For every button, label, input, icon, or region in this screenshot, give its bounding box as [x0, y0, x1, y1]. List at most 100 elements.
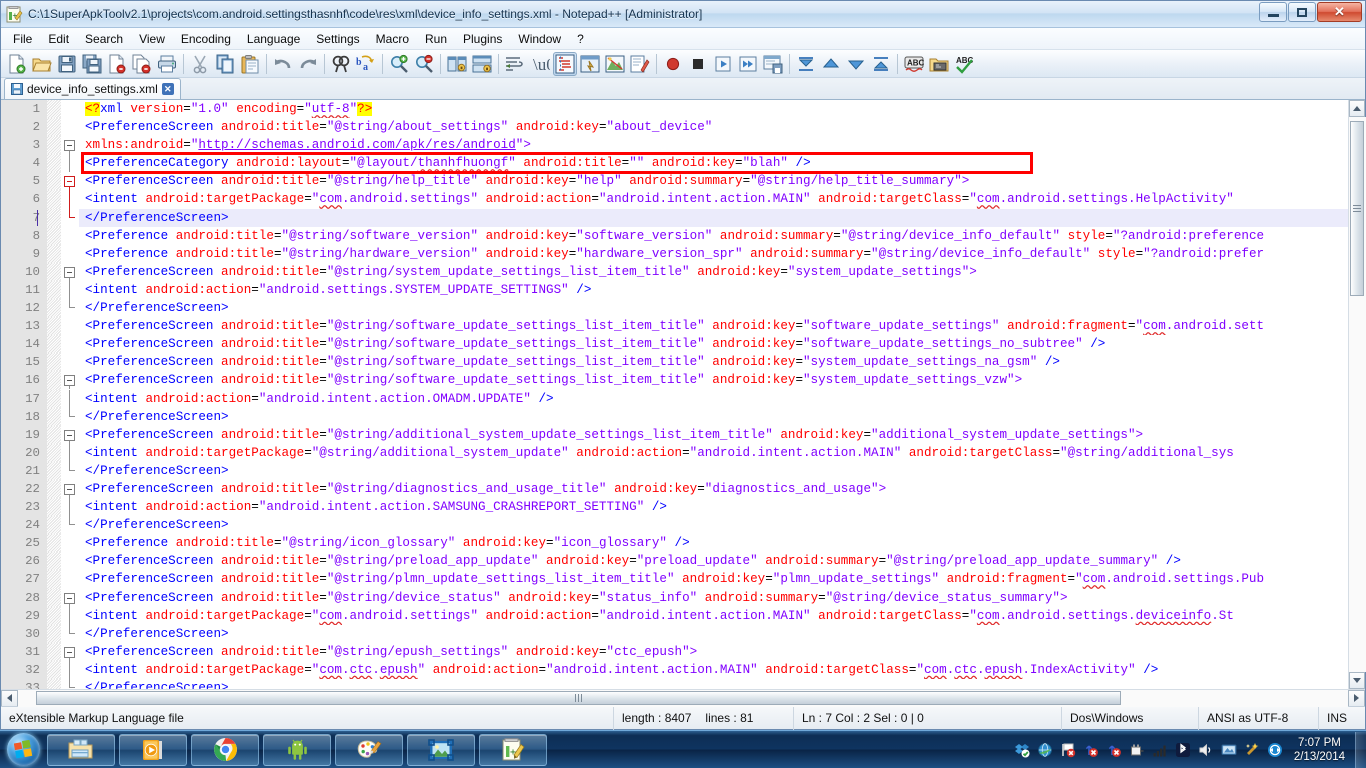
toolbar[interactable]: ba \u00b6 ABC ABC	[1, 50, 1365, 78]
menu-item-run[interactable]: Run	[417, 29, 455, 49]
toolbar-collapse-all-button[interactable]	[794, 52, 818, 76]
bookmark-margin[interactable]	[47, 516, 61, 535]
tab-bar[interactable]: device_info_settings.xml ✕	[1, 78, 1365, 100]
tray-flag-error-icon[interactable]	[1060, 741, 1077, 758]
scroll-right-button[interactable]	[1348, 689, 1365, 707]
code-line-18[interactable]: 18 </PreferenceScreen>	[1, 407, 1348, 426]
code-text[interactable]: <PreferenceScreen android:title="@string…	[79, 642, 1348, 661]
toolbar-collapse-level-button[interactable]	[819, 52, 843, 76]
toolbar-copy-button[interactable]	[213, 52, 237, 76]
fold-margin[interactable]	[61, 534, 79, 553]
code-text[interactable]: <PreferenceScreen android:title="@string…	[79, 588, 1348, 607]
code-line-24[interactable]: 24 </PreferenceScreen>	[1, 516, 1348, 535]
tray-monitor-icon[interactable]	[1221, 741, 1238, 758]
bookmark-margin[interactable]	[47, 353, 61, 372]
menu-item-plugins[interactable]: Plugins	[455, 29, 510, 49]
code-line-29[interactable]: 29 <intent android:targetPackage="com.an…	[1, 606, 1348, 625]
toolbar-indent-guide-button[interactable]	[553, 51, 577, 76]
code-text[interactable]: </PreferenceScreen>	[79, 679, 1348, 689]
maximize-button[interactable]	[1288, 2, 1316, 22]
code-text[interactable]: <PreferenceScreen android:title="@string…	[79, 317, 1348, 336]
code-text[interactable]: </PreferenceScreen>	[79, 624, 1348, 643]
code-text[interactable]: <Preference android:title="@string/hardw…	[79, 244, 1348, 263]
code-text[interactable]: <PreferenceScreen android:title="@string…	[79, 262, 1348, 281]
tray-bluetooth-icon[interactable]	[1175, 741, 1192, 758]
tab-device-info-settings-xml[interactable]: device_info_settings.xml ✕	[4, 78, 181, 99]
toolbar-cut-button[interactable]	[188, 52, 212, 76]
bookmark-margin[interactable]	[47, 588, 61, 607]
toolbar-show-all-chars-button[interactable]: \u00b6	[528, 52, 552, 76]
fold-margin[interactable]	[61, 100, 79, 119]
toolbar-close-file-button[interactable]	[105, 52, 129, 76]
taskbar-explorer[interactable]	[47, 733, 115, 766]
fold-collapse-icon[interactable]	[64, 140, 75, 152]
fold-margin[interactable]	[61, 208, 79, 227]
code-line-14[interactable]: 14 <PreferenceScreen android:title="@str…	[1, 335, 1348, 354]
fold-collapse-icon[interactable]	[64, 592, 75, 604]
fold-collapse-icon[interactable]	[64, 483, 75, 495]
fold-margin[interactable]	[61, 280, 79, 300]
taskbar-notepad-plus-plus[interactable]: ++	[479, 733, 547, 766]
toolbar-replace-button[interactable]: ba	[354, 52, 378, 76]
close-button[interactable]: ✕	[1317, 2, 1362, 22]
toolbar-expand-level-button[interactable]	[844, 52, 868, 76]
horizontal-scroll-thumb[interactable]	[36, 690, 1121, 705]
horizontal-scrollbar[interactable]	[1, 689, 1365, 707]
menu-item-edit[interactable]: Edit	[40, 29, 77, 49]
fold-margin[interactable]	[61, 606, 79, 625]
bookmark-margin[interactable]	[47, 389, 61, 408]
code-text[interactable]: </PreferenceScreen>	[37, 208, 1348, 227]
code-line-11[interactable]: 11 <intent android:action="android.setti…	[1, 280, 1348, 300]
toolbar-user-define-dialog-button[interactable]	[578, 52, 602, 76]
fold-margin[interactable]	[61, 136, 79, 155]
bookmark-margin[interactable]	[47, 190, 61, 209]
toolbar-word-wrap-button[interactable]	[503, 52, 527, 76]
bookmark-margin[interactable]	[47, 407, 61, 426]
fold-margin[interactable]	[61, 353, 79, 372]
tray-volume-icon[interactable]	[1198, 741, 1215, 758]
bookmark-margin[interactable]	[47, 208, 61, 227]
code-line-19[interactable]: 19 <PreferenceScreen android:title="@str…	[1, 425, 1348, 444]
bookmark-margin[interactable]	[47, 335, 61, 354]
fold-margin[interactable]	[61, 498, 79, 517]
vertical-scroll-thumb[interactable]	[1349, 121, 1364, 296]
minimize-button[interactable]	[1259, 2, 1287, 22]
code-text[interactable]: <PreferenceScreen android:title="@string…	[79, 371, 1348, 390]
toolbar-spell-check-button[interactable]: ABC	[902, 52, 926, 76]
code-line-5[interactable]: 5 <PreferenceScreen android:title="@stri…	[1, 172, 1348, 191]
toolbar-run-multi-macro-button[interactable]	[736, 52, 760, 76]
vertical-scroll-track[interactable]	[1348, 117, 1366, 672]
menu-item-[interactable]: ?	[569, 29, 592, 49]
toolbar-save-all-button[interactable]	[80, 52, 104, 76]
fold-margin[interactable]	[61, 552, 79, 571]
code-text[interactable]: xmlns:android="http://schemas.android.co…	[79, 136, 1348, 155]
toolbar-doc-map-button[interactable]	[603, 52, 627, 76]
bookmark-margin[interactable]	[47, 317, 61, 336]
fold-margin[interactable]	[61, 371, 79, 390]
scroll-down-button[interactable]	[1349, 672, 1365, 689]
fold-margin[interactable]	[61, 389, 79, 408]
tab-close-icon[interactable]: ✕	[161, 83, 174, 95]
code-line-12[interactable]: 12 </PreferenceScreen>	[1, 299, 1348, 318]
toolbar-paste-button[interactable]	[238, 52, 262, 76]
toolbar-expand-all-button[interactable]	[869, 52, 893, 76]
code-editor[interactable]: 1 <?xml version="1.0" encoding="utf-8"?> 2…	[1, 100, 1348, 689]
bookmark-margin[interactable]	[47, 660, 61, 679]
toolbar-print-button[interactable]	[155, 52, 179, 76]
fold-margin[interactable]	[61, 516, 79, 535]
code-text[interactable]: </PreferenceScreen>	[79, 461, 1348, 480]
code-line-32[interactable]: 32 <intent android:targetPackage="com.ct…	[1, 660, 1348, 679]
toolbar-sync-vertical-button[interactable]	[445, 52, 469, 76]
fold-margin[interactable]	[61, 443, 79, 462]
code-line-13[interactable]: 13 <PreferenceScreen android:title="@str…	[1, 317, 1348, 336]
code-text[interactable]: <intent android:targetPackage="com.andro…	[79, 190, 1348, 209]
fold-collapse-icon[interactable]	[64, 375, 75, 387]
code-line-31[interactable]: 31 <PreferenceScreen android:title="@str…	[1, 642, 1348, 661]
menu-bar[interactable]: File Edit Search View Encoding Language Settin…	[1, 28, 1365, 50]
vertical-scrollbar[interactable]	[1348, 100, 1366, 689]
code-text[interactable]: <intent android:action="android.intent.a…	[79, 498, 1348, 517]
bookmark-margin[interactable]	[47, 371, 61, 390]
bookmark-margin[interactable]	[47, 498, 61, 517]
code-line-21[interactable]: 21 </PreferenceScreen>	[1, 461, 1348, 480]
fold-margin[interactable]	[61, 262, 79, 281]
